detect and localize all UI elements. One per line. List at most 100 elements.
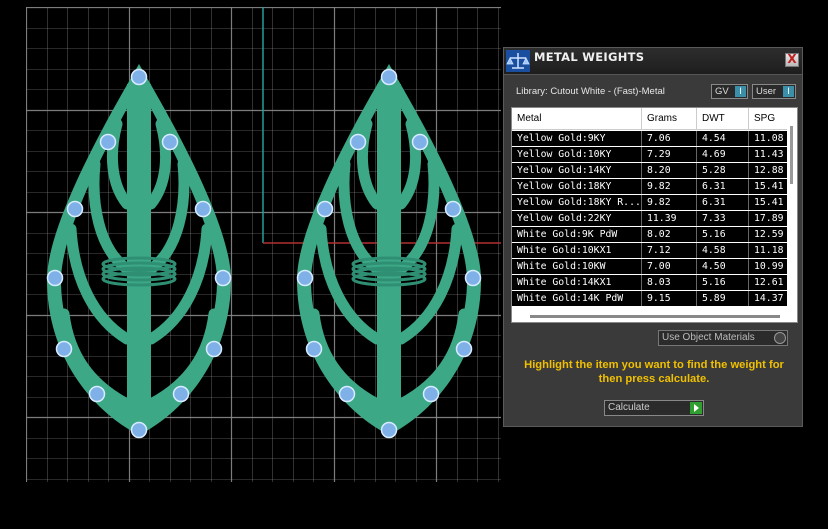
gem-stone xyxy=(172,385,190,403)
table-cell: 7.06 xyxy=(642,131,697,146)
use-object-materials-label: Use Object Materials xyxy=(662,332,755,343)
table-cell: Yellow Gold:18KY R... xyxy=(512,195,642,210)
gem-stone xyxy=(130,421,148,439)
table-cell: 4.69 xyxy=(697,147,749,162)
table-row[interactable]: White Gold:14K PdW 9.15 5.89 14.37 xyxy=(512,291,797,307)
metal-weights-panel: METAL WEIGHTS X Library: Cutout White - … xyxy=(503,47,803,427)
table-row[interactable]: Yellow Gold:14KY 8.20 5.28 12.88 xyxy=(512,163,797,179)
toggle-indicator-icon: I xyxy=(783,86,794,97)
table-cell: 9.15 xyxy=(642,291,697,306)
table-row[interactable]: Yellow Gold:22KY 11.39 7.33 17.89 xyxy=(512,211,797,227)
table-cell: 5.89 xyxy=(697,291,749,306)
table-cell: 5.28 xyxy=(697,163,749,178)
table-cell: 4.50 xyxy=(697,259,749,274)
table-cell: 7.33 xyxy=(697,211,749,226)
table-row[interactable]: White Gold:14KX1 8.03 5.16 12.61 xyxy=(512,275,797,291)
table-cell: White Gold:10KX1 xyxy=(512,243,642,258)
table-cell: 8.03 xyxy=(642,275,697,290)
gem-stone xyxy=(444,200,462,218)
close-button[interactable]: X xyxy=(785,53,799,67)
table-cell: 4.58 xyxy=(697,243,749,258)
table-cell: 6.31 xyxy=(697,195,749,210)
gem-stone xyxy=(338,385,356,403)
table-cell: 8.02 xyxy=(642,227,697,242)
gv-toggle-label: GV xyxy=(715,86,729,97)
horizontal-scrollbar[interactable] xyxy=(512,310,797,322)
earring-vein xyxy=(145,118,172,210)
table-row[interactable]: White Gold:9K PdW 8.02 5.16 12.59 xyxy=(512,227,797,243)
gem-stone xyxy=(380,421,398,439)
gem-stone xyxy=(422,385,440,403)
table-cell: 4.54 xyxy=(697,131,749,146)
left-earring-model[interactable] xyxy=(46,64,232,439)
vertical-scrollbar[interactable] xyxy=(787,108,797,308)
table-cell: 7.00 xyxy=(642,259,697,274)
panel-titlebar[interactable]: METAL WEIGHTS X xyxy=(504,48,802,75)
table-cell: 7.12 xyxy=(642,243,697,258)
earring-vein xyxy=(395,118,422,210)
table-row[interactable]: Yellow Gold:18KY R... 9.82 6.31 15.41 xyxy=(512,195,797,211)
gem-stone xyxy=(349,133,367,151)
table-row[interactable]: White Gold:10KW 7.00 4.50 10.99 xyxy=(512,259,797,275)
3d-viewport[interactable] xyxy=(26,7,501,482)
gem-stone xyxy=(380,68,398,86)
vertical-scroll-thumb[interactable] xyxy=(790,126,793,184)
right-earring-model[interactable] xyxy=(296,64,482,439)
table-cell: Yellow Gold:10KY xyxy=(512,147,642,162)
table-cell: White Gold:14K PdW xyxy=(512,291,642,306)
table-cell: Yellow Gold:14KY xyxy=(512,163,642,178)
earring-vein xyxy=(106,118,133,210)
table-cell: White Gold:10KW xyxy=(512,259,642,274)
metal-table[interactable]: Metal Grams DWT SPG Yellow Gold:9KY 7.06 4.54 1… xyxy=(511,107,798,323)
table-cell: Yellow Gold:9KY xyxy=(512,131,642,146)
gem-stone xyxy=(99,133,117,151)
table-cell: Yellow Gold:22KY xyxy=(512,211,642,226)
earring-stem xyxy=(127,84,151,420)
panel-title: METAL WEIGHTS xyxy=(534,50,645,64)
column-header[interactable]: Grams xyxy=(642,108,697,130)
gem-stone xyxy=(88,385,106,403)
gem-stone xyxy=(205,340,223,358)
earring-vein xyxy=(356,118,383,210)
table-cell: 8.20 xyxy=(642,163,697,178)
table-cell: Yellow Gold:18KY xyxy=(512,179,642,194)
gem-stone xyxy=(411,133,429,151)
gem-stone xyxy=(305,340,323,358)
table-cell: 5.16 xyxy=(697,227,749,242)
table-cell: 5.16 xyxy=(697,275,749,290)
viewport-canvas[interactable] xyxy=(26,7,501,482)
use-object-materials-toggle[interactable]: Use Object Materials xyxy=(658,330,788,346)
gem-stone xyxy=(46,269,64,287)
calculate-label: Calculate xyxy=(608,402,650,413)
table-cell: 9.82 xyxy=(642,179,697,194)
gem-stone xyxy=(55,340,73,358)
scale-icon xyxy=(506,50,530,72)
calculate-button[interactable]: Calculate xyxy=(604,400,704,416)
gem-stone xyxy=(194,200,212,218)
table-row[interactable]: Yellow Gold:18KY 9.82 6.31 15.41 xyxy=(512,179,797,195)
toggle-indicator-icon: I xyxy=(735,86,746,97)
table-cell: 9.82 xyxy=(642,195,697,210)
table-cell: 7.29 xyxy=(642,147,697,162)
table-cell: White Gold:9K PdW xyxy=(512,227,642,242)
table-cell: 6.31 xyxy=(697,179,749,194)
user-toggle-label: User xyxy=(756,86,777,97)
play-arrow-icon xyxy=(690,402,702,414)
table-row[interactable]: Yellow Gold:10KY 7.29 4.69 11.43 xyxy=(512,147,797,163)
gv-toggle[interactable]: GV I xyxy=(711,84,748,99)
gem-stone xyxy=(296,269,314,287)
user-toggle[interactable]: User I xyxy=(752,84,796,99)
table-cell: 11.39 xyxy=(642,211,697,226)
gem-stone xyxy=(130,68,148,86)
gem-stone xyxy=(214,269,232,287)
column-header[interactable]: DWT xyxy=(697,108,749,130)
table-row[interactable]: White Gold:10KX1 7.12 4.58 11.18 xyxy=(512,243,797,259)
radio-icon xyxy=(774,332,786,344)
table-cell: White Gold:14KX1 xyxy=(512,275,642,290)
instruction-text: Highlight the item you want to find the … xyxy=(524,359,784,385)
column-header[interactable]: Metal xyxy=(512,108,642,130)
gem-stone xyxy=(161,133,179,151)
gem-stone xyxy=(316,200,334,218)
table-row[interactable]: Yellow Gold:9KY 7.06 4.54 11.08 xyxy=(512,131,797,147)
horizontal-scroll-thumb[interactable] xyxy=(530,315,780,318)
